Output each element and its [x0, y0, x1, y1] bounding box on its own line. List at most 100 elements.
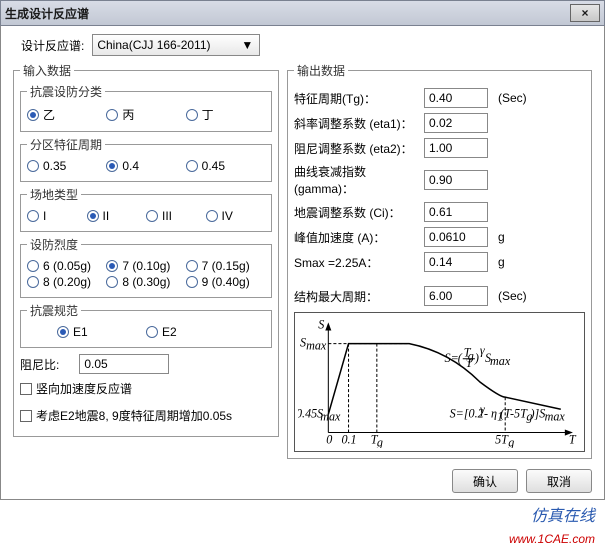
- radio-item[interactable]: 9 (0.40g): [186, 275, 265, 289]
- output-value[interactable]: 1.00: [424, 138, 488, 158]
- radio-label: II: [103, 209, 110, 223]
- close-button[interactable]: ×: [570, 4, 600, 22]
- dialog-body: 设计反应谱: China(CJJ 166-2011) ▼ 输入数据 抗震设防分类…: [0, 26, 605, 500]
- radio-label: 0.35: [43, 159, 66, 173]
- radio-icon: [106, 276, 118, 288]
- code-legend: 抗震规范: [27, 302, 81, 319]
- output-row: 峰值加速度 (A)：0.0610g: [294, 227, 585, 247]
- output-row: 斜率调整系数 (eta1)：0.02: [294, 113, 585, 133]
- radio-label: 7 (0.15g): [202, 259, 250, 273]
- output-value[interactable]: 0.14: [424, 252, 488, 272]
- svg-text:S: S: [318, 317, 324, 331]
- radio-icon: [186, 260, 198, 272]
- svg-text:max: max: [320, 409, 341, 423]
- svg-text:(: (: [458, 351, 463, 365]
- vertical-checkbox[interactable]: [20, 383, 32, 395]
- svg-text:(T-5T: (T-5T: [500, 406, 528, 420]
- svg-text:max: max: [545, 409, 566, 423]
- output-label: 结构最大周期：: [294, 288, 424, 305]
- radio-label: 7 (0.10g): [122, 259, 170, 273]
- radio-item[interactable]: 0.4: [106, 159, 185, 173]
- output-row: 特征周期(Tg)：0.40(Sec): [294, 88, 585, 108]
- output-label: Smax =2.25A：: [294, 254, 424, 271]
- spectrum-select[interactable]: China(CJJ 166-2011) ▼: [92, 34, 260, 56]
- radio-item[interactable]: 8 (0.30g): [106, 275, 185, 289]
- svg-text:): ): [474, 351, 479, 365]
- svg-text:- η: - η: [484, 406, 497, 420]
- radio-icon: [186, 160, 198, 172]
- radio-label: E1: [73, 325, 88, 339]
- radio-icon: [27, 260, 39, 272]
- radio-label: 6 (0.05g): [43, 259, 91, 273]
- radio-item[interactable]: III: [146, 209, 206, 223]
- radio-label: 8 (0.20g): [43, 275, 91, 289]
- radio-icon: [146, 326, 158, 338]
- radio-item[interactable]: 7 (0.15g): [186, 259, 265, 273]
- radio-item[interactable]: 6 (0.05g): [27, 259, 106, 273]
- output-value[interactable]: 0.61: [424, 202, 488, 222]
- output-value[interactable]: 0.0610: [424, 227, 488, 247]
- ok-button[interactable]: 确认: [452, 469, 518, 493]
- close-icon: ×: [581, 6, 588, 20]
- output-label: 峰值加速度 (A)：: [294, 229, 424, 246]
- chevron-down-icon: ▼: [239, 38, 255, 52]
- output-label: 地震调整系数 (Ci)：: [294, 204, 424, 221]
- output-label: 曲线衰减指数 (gamma)：: [294, 163, 424, 197]
- input-fieldset: 输入数据 抗震设防分类 乙丙丁 分区特征周期 0.350.40.45 场地类型 …: [13, 62, 279, 437]
- seismic-class-fieldset: 抗震设防分类 乙丙丁: [20, 83, 272, 132]
- radio-label: E2: [162, 325, 177, 339]
- radio-item[interactable]: 丁: [186, 106, 265, 123]
- radio-item[interactable]: 0.35: [27, 159, 106, 173]
- radio-item[interactable]: E1: [57, 325, 146, 339]
- radio-item[interactable]: 丙: [106, 106, 185, 123]
- site-type-fieldset: 场地类型 IIIIIIIV: [20, 186, 272, 232]
- intensity-fieldset: 设防烈度 6 (0.05g) 7 (0.10g) 7 (0.15g) 8 (0.20…: [20, 236, 272, 298]
- radio-icon: [57, 326, 69, 338]
- radio-label: IV: [222, 209, 233, 223]
- radio-item[interactable]: 7 (0.10g): [106, 259, 185, 273]
- radio-icon: [186, 109, 198, 121]
- radio-item[interactable]: IV: [206, 209, 266, 223]
- svg-text:0.1: 0.1: [341, 433, 356, 447]
- radio-item[interactable]: I: [27, 209, 87, 223]
- radio-item[interactable]: 8 (0.20g): [27, 275, 106, 289]
- radio-icon: [186, 276, 198, 288]
- consider-checkbox[interactable]: [20, 410, 32, 422]
- output-legend: 输出数据: [294, 62, 348, 79]
- output-value[interactable]: 6.00: [424, 286, 488, 306]
- output-value[interactable]: 0.40: [424, 88, 488, 108]
- output-row: Smax =2.25A：0.14 g: [294, 252, 585, 272]
- radio-item[interactable]: E2: [146, 325, 235, 339]
- radio-icon: [27, 109, 39, 121]
- char-period-legend: 分区特征周期: [27, 136, 105, 153]
- radio-label: 丙: [122, 106, 134, 123]
- watermark: 仿真在线: [531, 502, 595, 526]
- radio-icon: [27, 160, 39, 172]
- svg-text:0: 0: [326, 433, 332, 447]
- radio-item[interactable]: II: [87, 209, 147, 223]
- chart-box: S T 0 0.1 Tg 5Tg Smax 0.45Smax: [294, 312, 585, 452]
- svg-text:S=[0.2: S=[0.2: [450, 406, 484, 420]
- intensity-legend: 设防烈度: [27, 236, 81, 253]
- radio-label: 丁: [202, 106, 214, 123]
- output-unit: (Sec): [498, 289, 527, 303]
- consider-label: 考虑E2地震8, 9度特征周期增加0.05s: [36, 407, 232, 424]
- radio-label: I: [43, 209, 46, 223]
- spectrum-label: 设计反应谱:: [21, 37, 84, 54]
- radio-icon: [146, 210, 158, 222]
- output-unit: g: [498, 255, 505, 269]
- cancel-button[interactable]: 取消: [526, 469, 592, 493]
- output-value[interactable]: 0.02: [424, 113, 488, 133]
- output-row: 曲线衰减指数 (gamma)：0.90: [294, 163, 585, 197]
- damping-input[interactable]: 0.05: [79, 354, 169, 374]
- svg-text:S=: S=: [445, 351, 459, 365]
- radio-item[interactable]: 0.45: [186, 159, 265, 173]
- titlebar[interactable]: 生成设计反应谱 ×: [0, 0, 605, 26]
- radio-icon: [87, 210, 99, 222]
- radio-label: 乙: [43, 106, 55, 123]
- svg-text:g: g: [377, 436, 383, 448]
- output-value[interactable]: 0.90: [424, 170, 488, 190]
- damping-label: 阻尼比:: [20, 356, 59, 373]
- radio-item[interactable]: 乙: [27, 106, 106, 123]
- radio-label: 0.4: [122, 159, 139, 173]
